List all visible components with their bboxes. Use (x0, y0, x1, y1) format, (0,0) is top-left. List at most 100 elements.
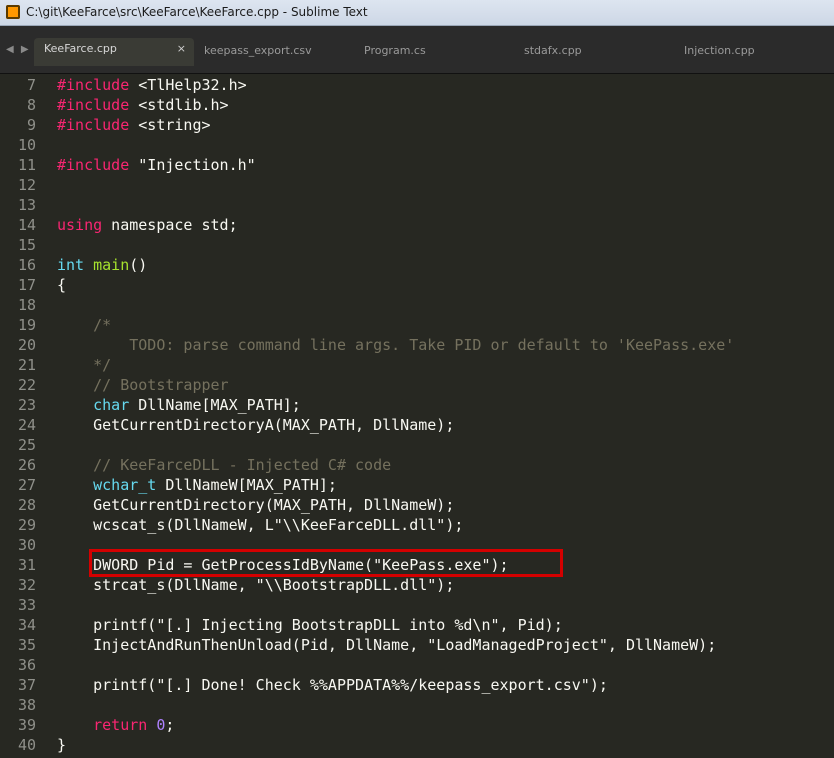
code-line: 23 char DllName[MAX_PATH]; (0, 395, 834, 415)
tab-bar: ◀ ▶ KeeFarce.cpp × keepass_export.csv Pr… (0, 26, 834, 74)
code-text: return 0; (57, 715, 174, 735)
line-number: 9 (26, 116, 36, 134)
line-number: 39 (17, 716, 36, 734)
code-token: TODO: parse command line args. Take PID … (57, 336, 735, 354)
code-token: #include (57, 76, 130, 94)
code-line: 36 (0, 655, 834, 675)
line-number: 20 (17, 336, 36, 354)
tab-nav-arrows-icon[interactable]: ◀ ▶ (6, 44, 31, 55)
code-token: { (57, 276, 67, 294)
code-text: wcscat_s(DllNameW, L"\\KeeFarceDLL.dll")… (57, 515, 463, 535)
line-number: 22 (17, 376, 36, 394)
tab-label: stdafx.cpp (524, 44, 582, 57)
code-line: 40} (0, 735, 834, 755)
code-text: #include "Injection.h" (57, 155, 256, 175)
line-number: 16 (17, 256, 36, 274)
code-line: 34 printf("[.] Injecting BootstrapDLL in… (0, 615, 834, 635)
code-line: 18 (0, 295, 834, 315)
code-token: int (57, 256, 85, 274)
code-text: } (57, 735, 66, 755)
code-token: #include (57, 156, 130, 174)
tab-program-cs[interactable]: Program.cs (364, 40, 426, 64)
code-text: TODO: parse command line args. Take PID … (57, 335, 734, 355)
line-number: 23 (17, 396, 36, 414)
line-number: 25 (17, 436, 36, 454)
tab-injection-cpp[interactable]: Injection.cpp (684, 40, 755, 64)
code-line: 24 GetCurrentDirectoryA(MAX_PATH, DllNam… (0, 415, 834, 435)
code-token: DWORD Pid = GetProcessIdByName("KeePass.… (57, 556, 509, 574)
code-token: } (57, 736, 67, 754)
window-titlebar: C:\git\KeeFarce\src\KeeFarce\KeeFarce.cp… (0, 0, 834, 26)
tab-label: KeeFarce.cpp (44, 42, 117, 55)
code-text: */ (57, 355, 111, 375)
code-token: GetCurrentDirectory(MAX_PATH, DllNameW); (57, 496, 455, 514)
code-token: wcscat_s(DllNameW, L"\\KeeFarceDLL.dll")… (57, 516, 464, 534)
code-text: { (57, 275, 66, 295)
sublime-text-icon (6, 5, 20, 19)
code-token: DllName[MAX_PATH]; (129, 396, 301, 414)
line-number: 7 (26, 76, 36, 94)
tab-keefarce-cpp[interactable]: KeeFarce.cpp × (34, 38, 194, 66)
code-token: char (93, 396, 130, 414)
code-line: 25 (0, 435, 834, 455)
code-line: 14 using namespace std; (0, 215, 834, 235)
code-text: #include <string> (57, 115, 211, 135)
code-token: <TlHelp32.h> (129, 76, 247, 94)
code-token: main (93, 256, 130, 274)
code-token: DllNameW[MAX_PATH]; (156, 476, 337, 494)
code-text: char DllName[MAX_PATH]; (57, 395, 301, 415)
code-text: GetCurrentDirectory(MAX_PATH, DllNameW); (57, 495, 454, 515)
code-token: ; (165, 716, 175, 734)
code-text: // Bootstrapper (57, 375, 229, 395)
code-line: 22 // Bootstrapper (0, 375, 834, 395)
code-line: 8 #include <stdlib.h> (0, 95, 834, 115)
tab-label: Program.cs (364, 44, 426, 57)
line-number: 31 (17, 556, 36, 574)
line-number: 11 (17, 156, 36, 174)
line-number: 36 (17, 656, 36, 674)
code-token: // Bootstrapper (57, 376, 229, 394)
code-line: 28 GetCurrentDirectory(MAX_PATH, DllName… (0, 495, 834, 515)
code-line: 29 wcscat_s(DllNameW, L"\\KeeFarceDLL.dl… (0, 515, 834, 535)
code-text: printf("[.] Injecting BootstrapDLL into … (57, 615, 563, 635)
code-text: #include <TlHelp32.h> (57, 75, 247, 95)
line-number: 15 (17, 236, 36, 254)
line-number: 37 (17, 676, 36, 694)
code-text: wchar_t DllNameW[MAX_PATH]; (57, 475, 337, 495)
code-line: 37 printf("[.] Done! Check %%APPDATA%%/k… (0, 675, 834, 695)
code-token: GetCurrentDirectoryA(MAX_PATH, DllName); (57, 416, 455, 434)
line-number: 38 (17, 696, 36, 714)
code-line: 21 */ (0, 355, 834, 375)
code-line: 13 (0, 195, 834, 215)
code-token: */ (57, 356, 112, 374)
line-number: 14 (17, 216, 36, 234)
code-text: int main() (57, 255, 147, 275)
code-line: 10 (0, 135, 834, 155)
code-line: 39 return 0; (0, 715, 834, 735)
code-token: printf("[.] Injecting BootstrapDLL into … (57, 616, 563, 634)
tab-keepass-export-csv[interactable]: keepass_export.csv (204, 40, 312, 64)
close-icon[interactable]: × (177, 38, 186, 60)
code-line: 15 (0, 235, 834, 255)
code-text: InjectAndRunThenUnload(Pid, DllName, "Lo… (57, 635, 716, 655)
code-line: 30 (0, 535, 834, 555)
code-token: printf("[.] Done! Check %%APPDATA%%/keep… (57, 676, 608, 694)
tab-stdafx-cpp[interactable]: stdafx.cpp (524, 40, 582, 64)
code-token: #include (57, 96, 130, 114)
line-number: 30 (17, 536, 36, 554)
code-token: "Injection.h" (129, 156, 256, 174)
code-token: strcat_s(DllName, "\\BootstrapDLL.dll"); (57, 576, 455, 594)
code-text: // KeeFarceDLL - Injected C# code (57, 455, 391, 475)
code-text: printf("[.] Done! Check %%APPDATA%%/keep… (57, 675, 608, 695)
code-line: 32 strcat_s(DllName, "\\BootstrapDLL.dll… (0, 575, 834, 595)
line-number: 26 (17, 456, 36, 474)
line-number: 24 (17, 416, 36, 434)
code-editor[interactable]: 7 #include <TlHelp32.h> 8 #include <stdlib.… (0, 74, 834, 758)
code-line: 17 { (0, 275, 834, 295)
code-line: 31 DWORD Pid = GetProcessIdByName("KeePa… (0, 555, 834, 575)
code-line: 35 InjectAndRunThenUnload(Pid, DllName, … (0, 635, 834, 655)
